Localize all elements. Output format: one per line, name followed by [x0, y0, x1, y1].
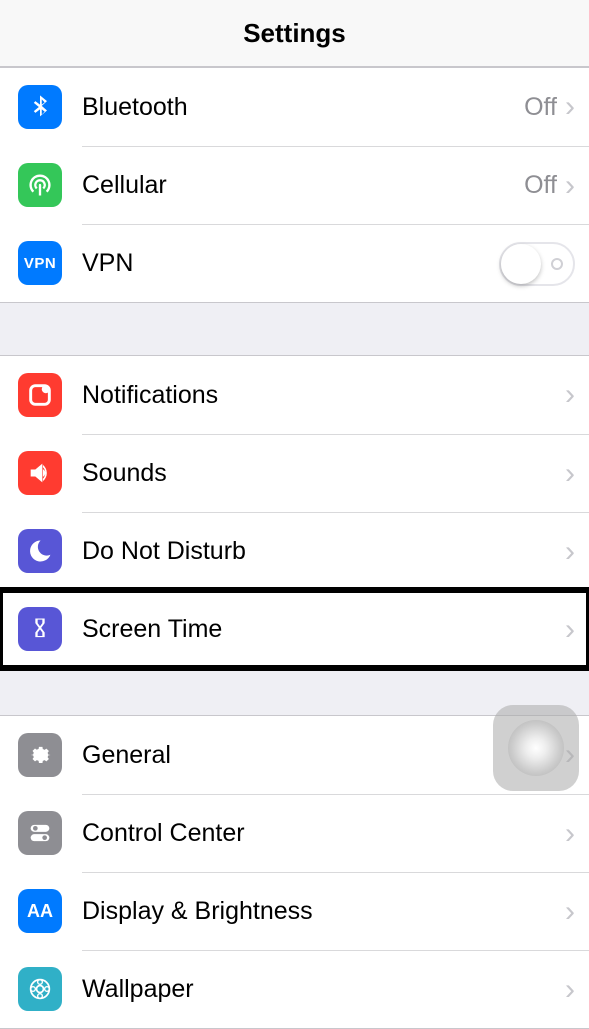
row-cellular[interactable]: Cellular Off › [0, 146, 589, 224]
bluetooth-value: Off [524, 93, 557, 122]
chevron-right-icon: › [565, 92, 575, 122]
chevron-right-icon: › [565, 171, 575, 201]
display-icon-text: AA [27, 901, 53, 922]
control-center-icon [18, 811, 62, 855]
row-sounds[interactable]: Sounds › [0, 434, 589, 512]
cellular-icon [18, 163, 62, 207]
notifications-icon [18, 373, 62, 417]
settings-group-alerts: Notifications › Sounds › Do Not Disturb … [0, 355, 589, 669]
sounds-label: Sounds [82, 459, 565, 488]
cellular-value: Off [524, 171, 557, 200]
chevron-right-icon: › [565, 897, 575, 927]
bluetooth-label: Bluetooth [82, 93, 524, 122]
screen-time-icon [18, 607, 62, 651]
vpn-toggle[interactable] [499, 242, 575, 286]
sounds-icon [18, 451, 62, 495]
row-screen-time[interactable]: Screen Time › [0, 590, 589, 668]
row-dnd[interactable]: Do Not Disturb › [0, 512, 589, 590]
page-title: Settings [243, 18, 346, 49]
wallpaper-label: Wallpaper [82, 975, 565, 1004]
row-control-center[interactable]: Control Center › [0, 794, 589, 872]
row-bluetooth[interactable]: Bluetooth Off › [0, 68, 589, 146]
vpn-label: VPN [82, 249, 499, 278]
assistive-touch-icon [508, 720, 564, 776]
chevron-right-icon: › [565, 819, 575, 849]
chevron-right-icon: › [565, 380, 575, 410]
chevron-right-icon: › [565, 975, 575, 1005]
row-display[interactable]: AA Display & Brightness › [0, 872, 589, 950]
row-notifications[interactable]: Notifications › [0, 356, 589, 434]
cellular-label: Cellular [82, 171, 524, 200]
group-separator [0, 303, 589, 355]
dnd-label: Do Not Disturb [82, 537, 565, 566]
chevron-right-icon: › [565, 615, 575, 645]
bluetooth-icon [18, 85, 62, 129]
toggle-knob [501, 244, 541, 284]
row-vpn[interactable]: VPN VPN [0, 224, 589, 302]
display-label: Display & Brightness [82, 897, 565, 926]
control-center-label: Control Center [82, 819, 565, 848]
notifications-label: Notifications [82, 381, 565, 410]
display-icon: AA [18, 889, 62, 933]
assistive-touch-button[interactable] [493, 705, 579, 791]
chevron-right-icon: › [565, 459, 575, 489]
vpn-icon-text: VPN [24, 255, 56, 272]
screen-time-label: Screen Time [82, 615, 565, 644]
toggle-off-indicator [551, 258, 563, 270]
header: Settings [0, 0, 589, 67]
chevron-right-icon: › [565, 537, 575, 567]
wallpaper-icon [18, 967, 62, 1011]
vpn-icon: VPN [18, 241, 62, 285]
settings-group-connectivity: Bluetooth Off › Cellular Off › VPN VPN [0, 67, 589, 303]
row-wallpaper[interactable]: Wallpaper › [0, 950, 589, 1028]
dnd-icon [18, 529, 62, 573]
general-icon [18, 733, 62, 777]
